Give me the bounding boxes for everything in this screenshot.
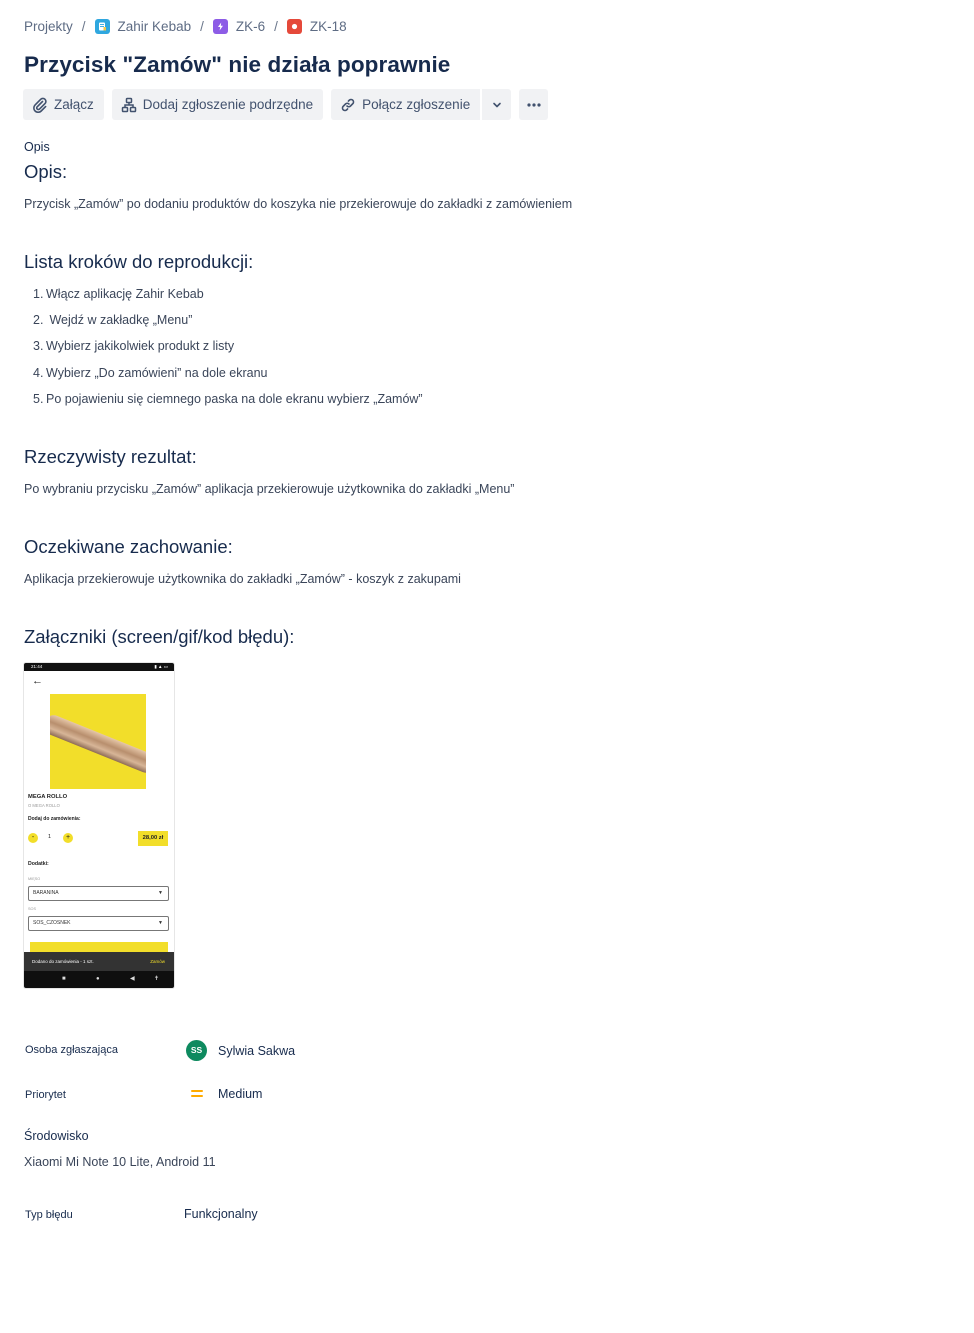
list-item: 3. Wybierz jakikolwiek produkt z listy [33, 339, 235, 354]
caret-down-icon: ▼ [158, 920, 163, 926]
minus-button: - [28, 833, 38, 843]
add-child-issue-label: Dodaj zgłoszenie podrzędne [142, 97, 314, 112]
quantity-value: 1 [48, 834, 52, 840]
environment-label: Środowisko [24, 1129, 89, 1143]
breadcrumb-separator: / [81, 19, 86, 34]
actual-result-heading: Rzeczywisty rezultat: [24, 446, 197, 467]
breadcrumb-separator: / [200, 19, 204, 34]
android-nav-bar: ■ ● ◀ ✝ [24, 971, 174, 988]
accessibility-icon: ✝ [154, 976, 160, 982]
steps-list: 1. Włącz aplikację Zahir Kebab 2. Wejdź w… [33, 287, 423, 418]
add-to-order-label: Dodaj do zamówienia: [28, 816, 81, 822]
caret-down-icon: ▼ [158, 890, 163, 896]
addons-label: Dodatki: [28, 861, 49, 867]
list-item: 1. Włącz aplikację Zahir Kebab [33, 287, 204, 301]
issue-title[interactable]: Przycisk "Zamów" nie działa poprawnie [24, 52, 450, 78]
sauce-select: SOS_CZOSNEK ▼ [28, 916, 169, 931]
link-issue-button[interactable]: Połącz zgłoszenie [331, 89, 481, 120]
breadcrumb-issue-link[interactable]: ZK-18 [286, 19, 347, 34]
link-issue-dropdown-button[interactable] [482, 89, 512, 120]
attach-button-label: Załącz [54, 97, 94, 112]
actual-result-text: Po wybraniu przycisku „Zamów” aplikacja … [24, 482, 515, 496]
environment-value[interactable]: Xiaomi Mi Note 10 Lite, Android 11 [24, 1155, 216, 1169]
more-actions-button[interactable] [519, 89, 549, 120]
expected-behavior-heading: Oczekiwane zachowanie: [24, 536, 233, 557]
order-button-partial [30, 942, 168, 952]
attach-button[interactable]: Załącz [23, 89, 104, 120]
breadcrumb-projects-link[interactable]: Projekty [24, 19, 73, 34]
snackbar-action: Zamów [150, 959, 165, 964]
reporter-label: Osoba zgłaszająca [25, 1044, 118, 1056]
sauce-label: SOS [28, 907, 37, 911]
breadcrumb: Projekty / Zahir Kebab / ZK-6 / ZK-18 [24, 19, 347, 34]
snackbar: Dodano do zamówienia - 1 szt. Zamów [24, 952, 174, 971]
reporter-name[interactable]: Sylwia Sakwa [218, 1044, 295, 1058]
description-label: Opis [24, 140, 50, 154]
back-arrow-icon: ← [32, 675, 43, 687]
more-horizontal-icon [527, 102, 541, 107]
bug-icon [286, 19, 302, 34]
attachment-thumbnail[interactable]: 21:44 ▮ ▲ ▭ ← MEGA ROLLO O MEGA ROLLO Do… [24, 663, 174, 988]
price-badge: 28,00 zł [138, 831, 168, 846]
description-heading: Opis: [24, 161, 68, 182]
phone-status-bar: 21:44 ▮ ▲ ▭ [24, 663, 174, 671]
priority-label: Priorytet [25, 1089, 66, 1101]
priority-medium-icon [191, 1090, 203, 1099]
bug-type-value[interactable]: Funkcjonalny [184, 1207, 258, 1221]
bug-type-label: Typ błędu [25, 1209, 73, 1221]
plus-button: + [63, 833, 73, 843]
link-icon [341, 98, 355, 111]
meat-label: MIĘSO [28, 877, 41, 881]
breadcrumb-issue-label: ZK-18 [309, 19, 347, 34]
steps-heading: Lista kroków do reprodukcji: [24, 251, 254, 272]
paperclip-icon [33, 97, 47, 113]
avatar[interactable]: SS [186, 1040, 207, 1061]
project-icon [94, 19, 110, 34]
chevron-down-icon [492, 102, 501, 107]
breadcrumb-project-label: Zahir Kebab [117, 19, 192, 34]
list-item: 2. Wejdź w zakładkę „Menu” [33, 313, 193, 328]
issue-toolbar: Załącz Dodaj zgłoszenie podrzędne Połącz… [23, 89, 556, 120]
breadcrumb-epic-link[interactable]: ZK-6 [212, 19, 266, 34]
description-text: Przycisk „Zamów” po dodaniu produktów do… [24, 197, 573, 211]
breadcrumb-epic-label: ZK-6 [235, 19, 266, 34]
breadcrumb-project-link[interactable]: Zahir Kebab [94, 19, 192, 34]
attachments-heading: Załączniki (screen/gif/kod błędu): [24, 626, 295, 647]
list-item: 4. Wybierz „Do zamówieni” na dole ekranu [33, 365, 268, 380]
signal-battery-icon: ▮ ▲ ▭ [154, 664, 168, 669]
meat-select: BARANINA ▼ [28, 886, 169, 901]
link-issue-label: Połącz zgłoszenie [362, 97, 471, 112]
add-child-issue-button[interactable]: Dodaj zgłoszenie podrzędne [111, 89, 324, 120]
breadcrumb-separator: / [274, 19, 278, 34]
priority-value[interactable]: Medium [218, 1087, 262, 1101]
recents-icon: ■ [62, 976, 66, 982]
hierarchy-icon [121, 97, 137, 112]
home-icon: ● [96, 976, 100, 982]
product-subtitle: O MEGA ROLLO [28, 803, 60, 808]
product-photo [50, 694, 146, 789]
back-icon: ◀ [130, 976, 135, 982]
product-name: MEGA ROLLO [28, 794, 68, 800]
expected-behavior-text: Aplikacja przekierowuje użytkownika do z… [24, 572, 461, 586]
epic-icon [212, 19, 228, 34]
list-item: 5. Po pojawieniu się ciemnego paska na do… [33, 391, 423, 406]
